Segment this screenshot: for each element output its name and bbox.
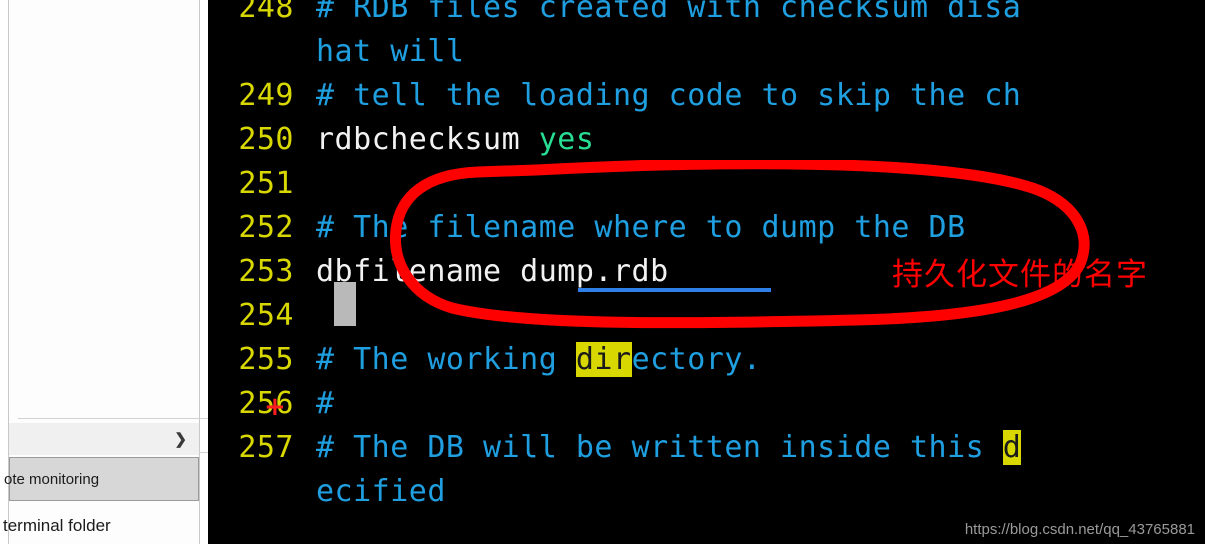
gutter-space [294,30,316,74]
gutter-space [294,0,316,30]
screenshot-root: ❯ ote monitoring terminal folder 248 # R… [0,0,1205,544]
line-number: 255 [238,342,294,377]
gutter-space [294,426,316,470]
code-line: 250 rdbchecksum yes [208,118,594,162]
code-text: # The DB will be written inside this [316,430,1003,465]
code-line: 255 # The working directory. [208,338,762,382]
gutter-space [294,470,316,514]
red-plus-marker: + [264,392,286,422]
code-text: rdbchecksum [316,122,539,157]
code-text: dbfilename dump.rdb [316,254,669,289]
chinese-annotation-label: 持久化文件的名字 [892,257,1148,293]
code-text: yes [538,122,595,157]
line-number: 251 [238,166,294,201]
line-number: 254 [238,298,294,333]
menu-item-submenu-parent[interactable]: ❯ [9,423,199,455]
menu-item-remote-monitoring[interactable]: ote monitoring [4,457,199,501]
code-line: ecified [208,470,446,514]
line-number: 257 [238,430,294,465]
code-line: 249 # tell the loading code to skip the … [208,74,1021,118]
gutter-space [294,294,316,338]
text-cursor [334,282,356,326]
chevron-right-icon: ❯ [174,430,187,448]
code-line: hat will [208,30,465,74]
terminal-window[interactable]: 248 # RDB files created with checksum di… [208,0,1205,544]
search-highlight: dir [575,342,632,377]
code-line: 252 # The filename where to dump the DB [208,206,966,250]
code-line: 254 [208,294,316,338]
menu-item-label: ote monitoring [4,470,100,488]
gutter-space [294,206,316,250]
code-line: 251 [208,162,316,206]
line-number: 253 [238,254,294,289]
watermark-text: https://blog.csdn.net/qq_43765881 [964,521,1195,538]
line-number: 250 [238,122,294,157]
gutter-space [294,382,316,426]
code-text: # The working [316,342,576,377]
left-menu-panel: ❯ ote monitoring terminal folder [0,0,208,544]
search-highlight: d [1002,430,1022,465]
gutter-space [294,118,316,162]
code-text: # The filename where to dump the DB [316,210,966,245]
gutter-space [294,162,316,206]
code-text: ecified [316,474,446,509]
code-text: ectory. [631,342,762,377]
menu-item-label: terminal folder [3,516,111,535]
code-text: # RDB files created with checksum disa [316,0,1022,25]
gutter-space [294,74,316,118]
gutter-space [294,250,316,294]
code-line: 248 # RDB files created with checksum di… [208,0,1021,30]
blue-underline-annotation [578,288,771,292]
gutter-space [294,338,316,382]
code-line: 257 # The DB will be written inside this… [208,426,1022,470]
code-text: hat will [316,34,465,69]
code-text: # tell the loading code to skip the ch [316,78,1022,113]
line-number: 252 [238,210,294,245]
menu-divider [18,418,208,419]
code-text: # [316,386,335,421]
menu-item-terminal-folder[interactable]: terminal folder [3,508,199,544]
line-number: 248 [238,0,294,25]
line-number: 249 [238,78,294,113]
